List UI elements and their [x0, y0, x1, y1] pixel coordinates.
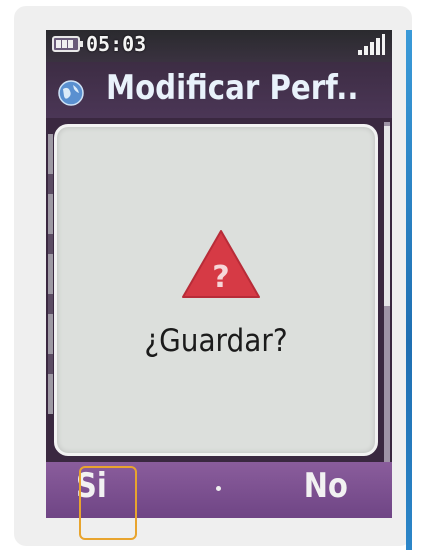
- softkey-no-button[interactable]: No: [304, 466, 348, 506]
- center-key-dot-icon[interactable]: [216, 486, 221, 491]
- page-title: Modificar Perf..: [106, 68, 359, 108]
- battery-icon: [52, 36, 83, 52]
- phone-screen: 05:03 Modificar Perf.. ? ¿Guardar? Si No: [46, 30, 392, 518]
- globe-icon: [58, 80, 84, 106]
- svg-text:?: ?: [212, 260, 229, 295]
- highlight-marker: [79, 466, 137, 540]
- photo-frame: 05:03 Modificar Perf.. ? ¿Guardar? Si No: [0, 0, 431, 557]
- warning-question-icon: ?: [182, 230, 260, 298]
- signal-bars-icon: [358, 34, 385, 55]
- confirm-dialog: ? ¿Guardar?: [54, 124, 378, 456]
- edge-stripe: [406, 30, 412, 550]
- status-bar: 05:03: [46, 30, 392, 62]
- background-list-edge: [48, 134, 53, 414]
- dialog-message: ¿Guardar?: [144, 323, 288, 359]
- status-time: 05:03: [86, 32, 147, 56]
- scrollbar-thumb[interactable]: [384, 126, 390, 306]
- title-bar: Modificar Perf..: [46, 62, 392, 118]
